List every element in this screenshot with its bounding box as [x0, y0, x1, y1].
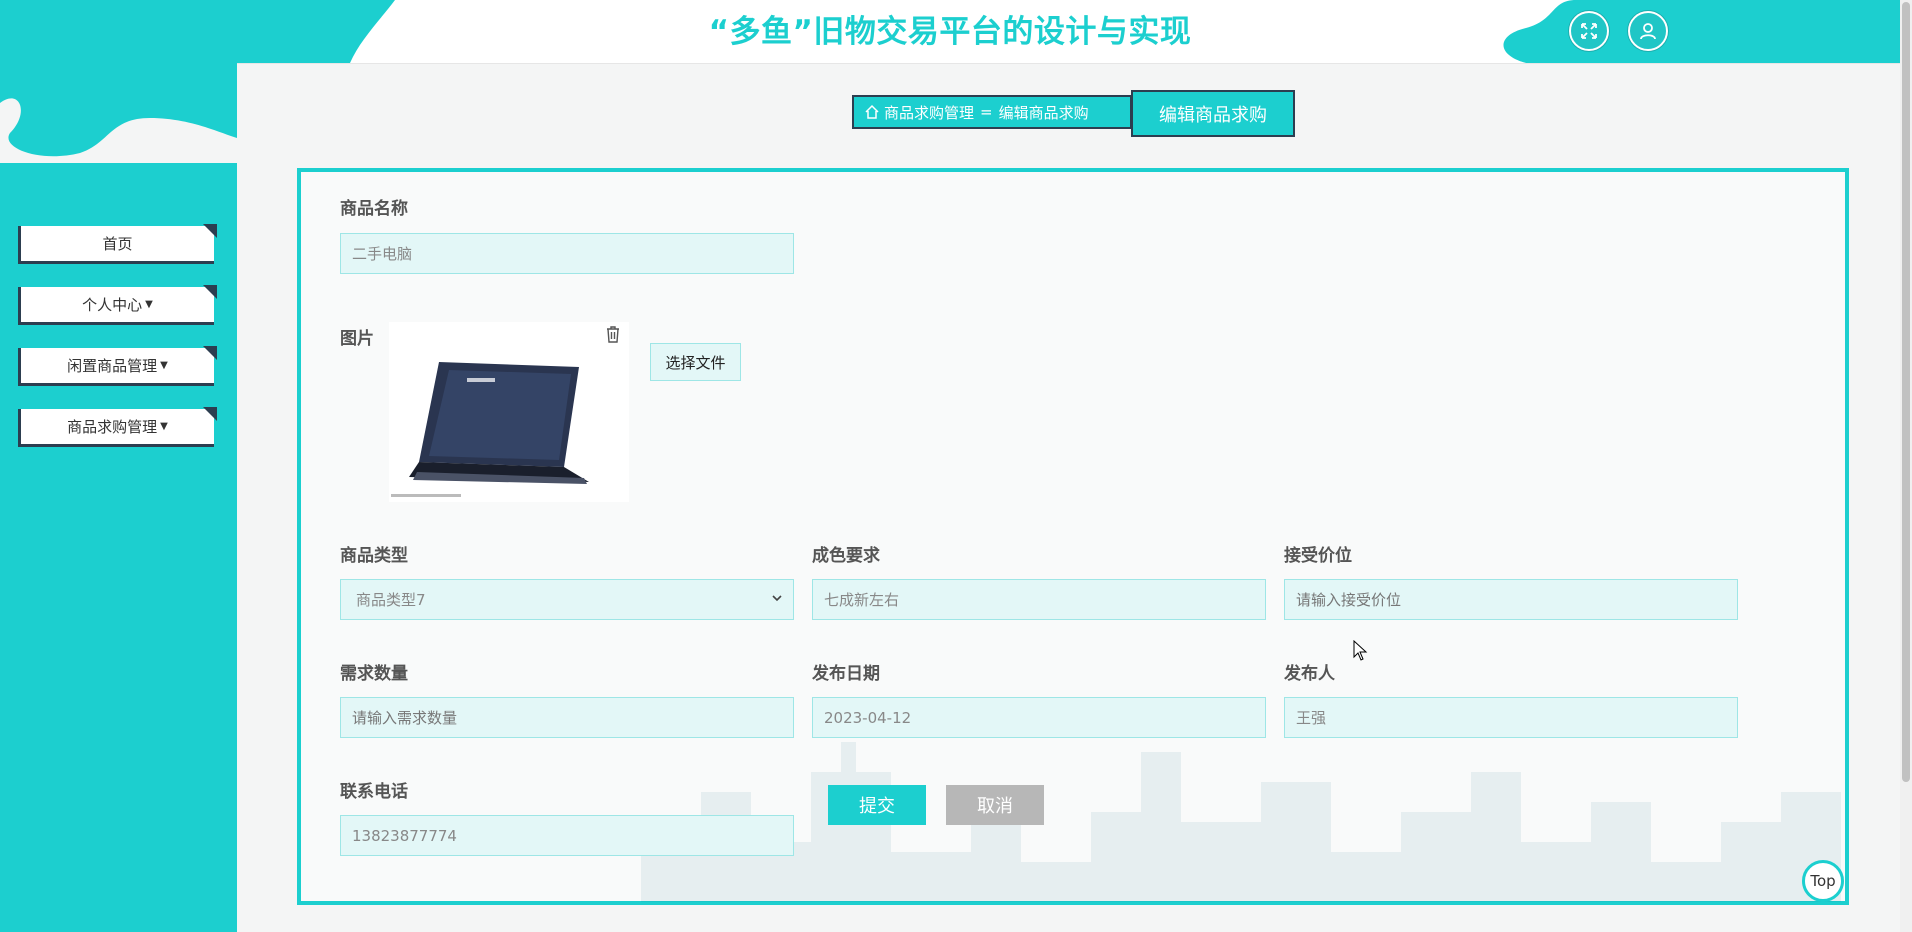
choose-file-button[interactable]: 选择文件 — [650, 343, 741, 381]
top-header: “多鱼”旧物交易平台的设计与实现 — [0, 0, 1900, 64]
sidebar-item-label: 个人中心 — [82, 296, 143, 314]
quantity-input[interactable]: 请输入需求数量 — [340, 697, 794, 738]
fullscreen-button[interactable] — [1569, 11, 1609, 51]
category-select[interactable]: 商品类型7 — [340, 579, 794, 620]
publisher-input[interactable]: 王强 — [1284, 697, 1738, 738]
condition-input[interactable]: 七成新左右 — [812, 579, 1266, 620]
caret-down-icon: ▼ — [160, 360, 168, 371]
home-icon[interactable] — [864, 104, 880, 120]
city-skyline-decoration — [641, 742, 1841, 902]
scrollbar-thumb[interactable] — [1902, 2, 1910, 782]
sidebar-item-label: 商品求购管理 — [67, 418, 158, 436]
user-button[interactable] — [1628, 11, 1668, 51]
breadcrumb-separator: = — [980, 103, 993, 121]
name-input[interactable]: 二手电脑 — [340, 233, 794, 274]
name-label: 商品名称 — [340, 199, 408, 219]
page-title: 编辑商品求购 — [1131, 90, 1295, 137]
sidebar-wave-decoration — [0, 98, 237, 163]
publisher-label: 发布人 — [1284, 664, 1335, 684]
fullscreen-icon — [1581, 23, 1597, 39]
cancel-button[interactable]: 取消 — [946, 785, 1044, 825]
category-label: 商品类型 — [340, 546, 408, 566]
breadcrumb-current: 编辑商品求购 — [998, 103, 1089, 122]
caret-down-icon: ▼ — [145, 299, 153, 310]
sidebar-item-personal-center[interactable]: 个人中心 ▼ — [18, 285, 217, 325]
trash-icon — [607, 326, 619, 343]
category-selected-value: 商品类型7 — [356, 591, 426, 609]
laptop-image — [389, 322, 629, 502]
breadcrumb: 商品求购管理 = 编辑商品求购 — [852, 95, 1132, 129]
mouse-cursor-icon — [1353, 640, 1368, 661]
breadcrumb-section[interactable]: 商品求购管理 — [884, 102, 974, 123]
sidebar — [0, 63, 237, 932]
sidebar-item-idle-goods[interactable]: 闲置商品管理 ▼ — [18, 346, 217, 386]
sidebar-item-home[interactable]: 首页 — [18, 224, 217, 264]
chevron-down-icon — [772, 595, 782, 602]
publish-date-input[interactable]: 2023-04-12 — [812, 697, 1266, 738]
back-to-top-button[interactable]: Top — [1802, 860, 1844, 902]
submit-button[interactable]: 提交 — [828, 785, 926, 825]
quantity-label: 需求数量 — [340, 664, 408, 684]
user-icon — [1640, 23, 1656, 40]
delete-image-button[interactable] — [605, 325, 621, 347]
price-input[interactable]: 请输入接受价位 — [1284, 579, 1738, 620]
publish-date-label: 发布日期 — [812, 664, 880, 684]
phone-input[interactable]: 13823877774 — [340, 815, 794, 856]
image-preview — [389, 322, 629, 502]
page-scrollbar[interactable] — [1900, 0, 1912, 932]
condition-label: 成色要求 — [812, 546, 880, 566]
caret-down-icon: ▼ — [160, 421, 168, 432]
edit-form-panel: 商品名称 二手电脑 图片 选择文件 商品类型 商品类型7 成色要求 七成新左右 … — [297, 168, 1849, 905]
phone-label: 联系电话 — [340, 782, 408, 802]
sidebar-item-label: 首页 — [102, 235, 133, 253]
sidebar-item-purchase-requests[interactable]: 商品求购管理 ▼ — [18, 407, 217, 447]
app-title: “多鱼”旧物交易平台的设计与实现 — [708, 14, 1192, 50]
sidebar-item-label: 闲置商品管理 — [67, 357, 158, 375]
price-label: 接受价位 — [1284, 546, 1352, 566]
image-label: 图片 — [340, 329, 374, 349]
